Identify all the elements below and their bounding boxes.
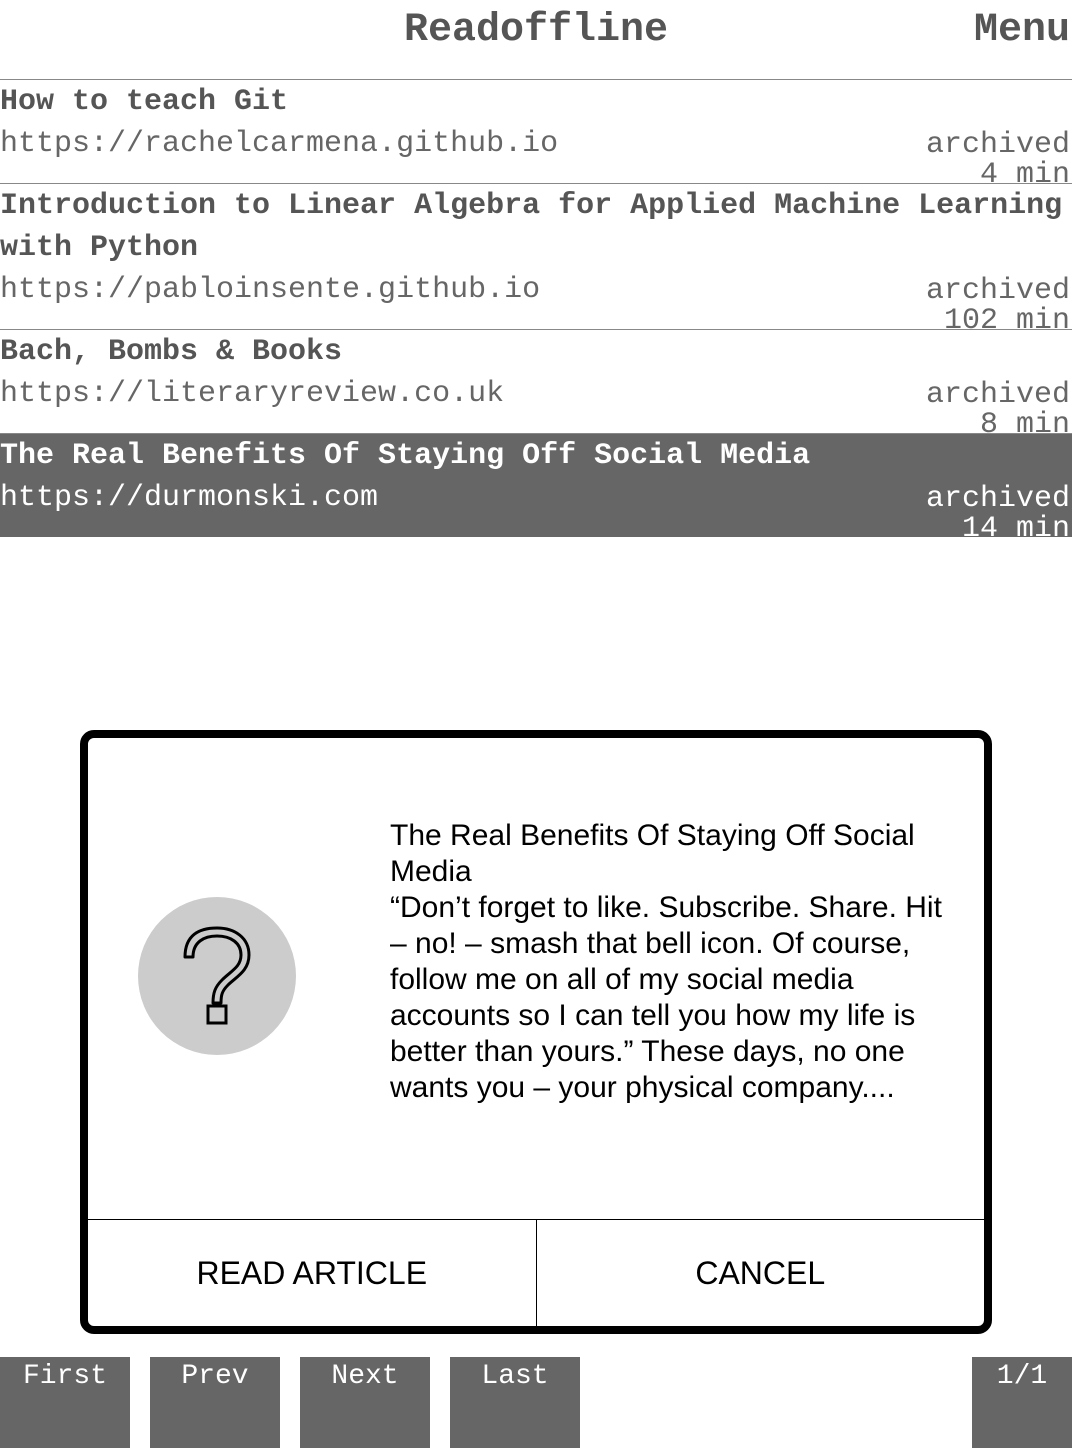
article-dialog: The Real Benefits Of Staying Off Social … xyxy=(80,730,992,1334)
cancel-button[interactable]: CANCEL xyxy=(535,1220,985,1326)
article-status: archived xyxy=(925,482,1070,516)
article-title: How to teach Git xyxy=(0,85,289,119)
article-meta: archived 4 min xyxy=(926,130,1070,190)
article-title: Introduction to Linear Algebra for Appli… xyxy=(0,189,1063,265)
page-indicator: 1/1 xyxy=(972,1357,1072,1448)
list-item[interactable]: Bach, Bombs & Books https://literaryrevi… xyxy=(0,330,1072,440)
article-url: https://literaryreview.co.uk xyxy=(0,377,505,411)
article-url: https://pabloinsente.github.io xyxy=(0,273,541,307)
prev-page-button[interactable]: Prev xyxy=(150,1357,280,1448)
article-meta: archived 102 min xyxy=(926,276,1070,336)
read-article-button[interactable]: READ ARTICLE xyxy=(88,1220,536,1326)
article-title: The Real Benefits Of Staying Off Social … xyxy=(0,439,811,473)
dialog-text: The Real Benefits Of Staying Off Social … xyxy=(390,818,950,1106)
dialog-actions: READ ARTICLE CANCEL xyxy=(88,1219,984,1326)
article-title: Bach, Bombs & Books xyxy=(0,335,343,369)
pagination-bar: First Prev Next Last 1/1 xyxy=(0,1357,1072,1448)
article-status: archived xyxy=(925,274,1070,308)
article-status: archived xyxy=(925,378,1070,412)
question-mark-icon xyxy=(138,897,296,1055)
app-title: Readoffline xyxy=(403,8,669,53)
article-url: https://durmonski.com xyxy=(0,481,379,515)
last-page-button[interactable]: Last xyxy=(450,1357,580,1448)
article-meta: archived 8 min xyxy=(926,380,1070,440)
list-item-selected[interactable]: The Real Benefits Of Staying Off Social … xyxy=(0,434,1072,544)
article-list: How to teach Git https://rachelcarmena.g… xyxy=(0,80,1072,544)
article-url: https://rachelcarmena.github.io xyxy=(0,127,559,161)
list-item[interactable]: Introduction to Linear Algebra for Appli… xyxy=(0,184,1072,336)
article-read-time: 14 min xyxy=(961,512,1070,546)
app-header: Readoffline Menu xyxy=(0,0,1072,80)
next-page-button[interactable]: Next xyxy=(300,1357,430,1448)
article-status: archived xyxy=(925,128,1070,162)
list-item[interactable]: How to teach Git https://rachelcarmena.g… xyxy=(0,80,1072,190)
article-meta: archived 14 min xyxy=(926,484,1070,544)
dialog-title: The Real Benefits Of Staying Off Social … xyxy=(390,819,915,888)
menu-button[interactable]: Menu xyxy=(974,8,1070,53)
dialog-excerpt: “Don’t forget to like. Subscribe. Share.… xyxy=(390,891,942,1104)
first-page-button[interactable]: First xyxy=(0,1357,130,1448)
